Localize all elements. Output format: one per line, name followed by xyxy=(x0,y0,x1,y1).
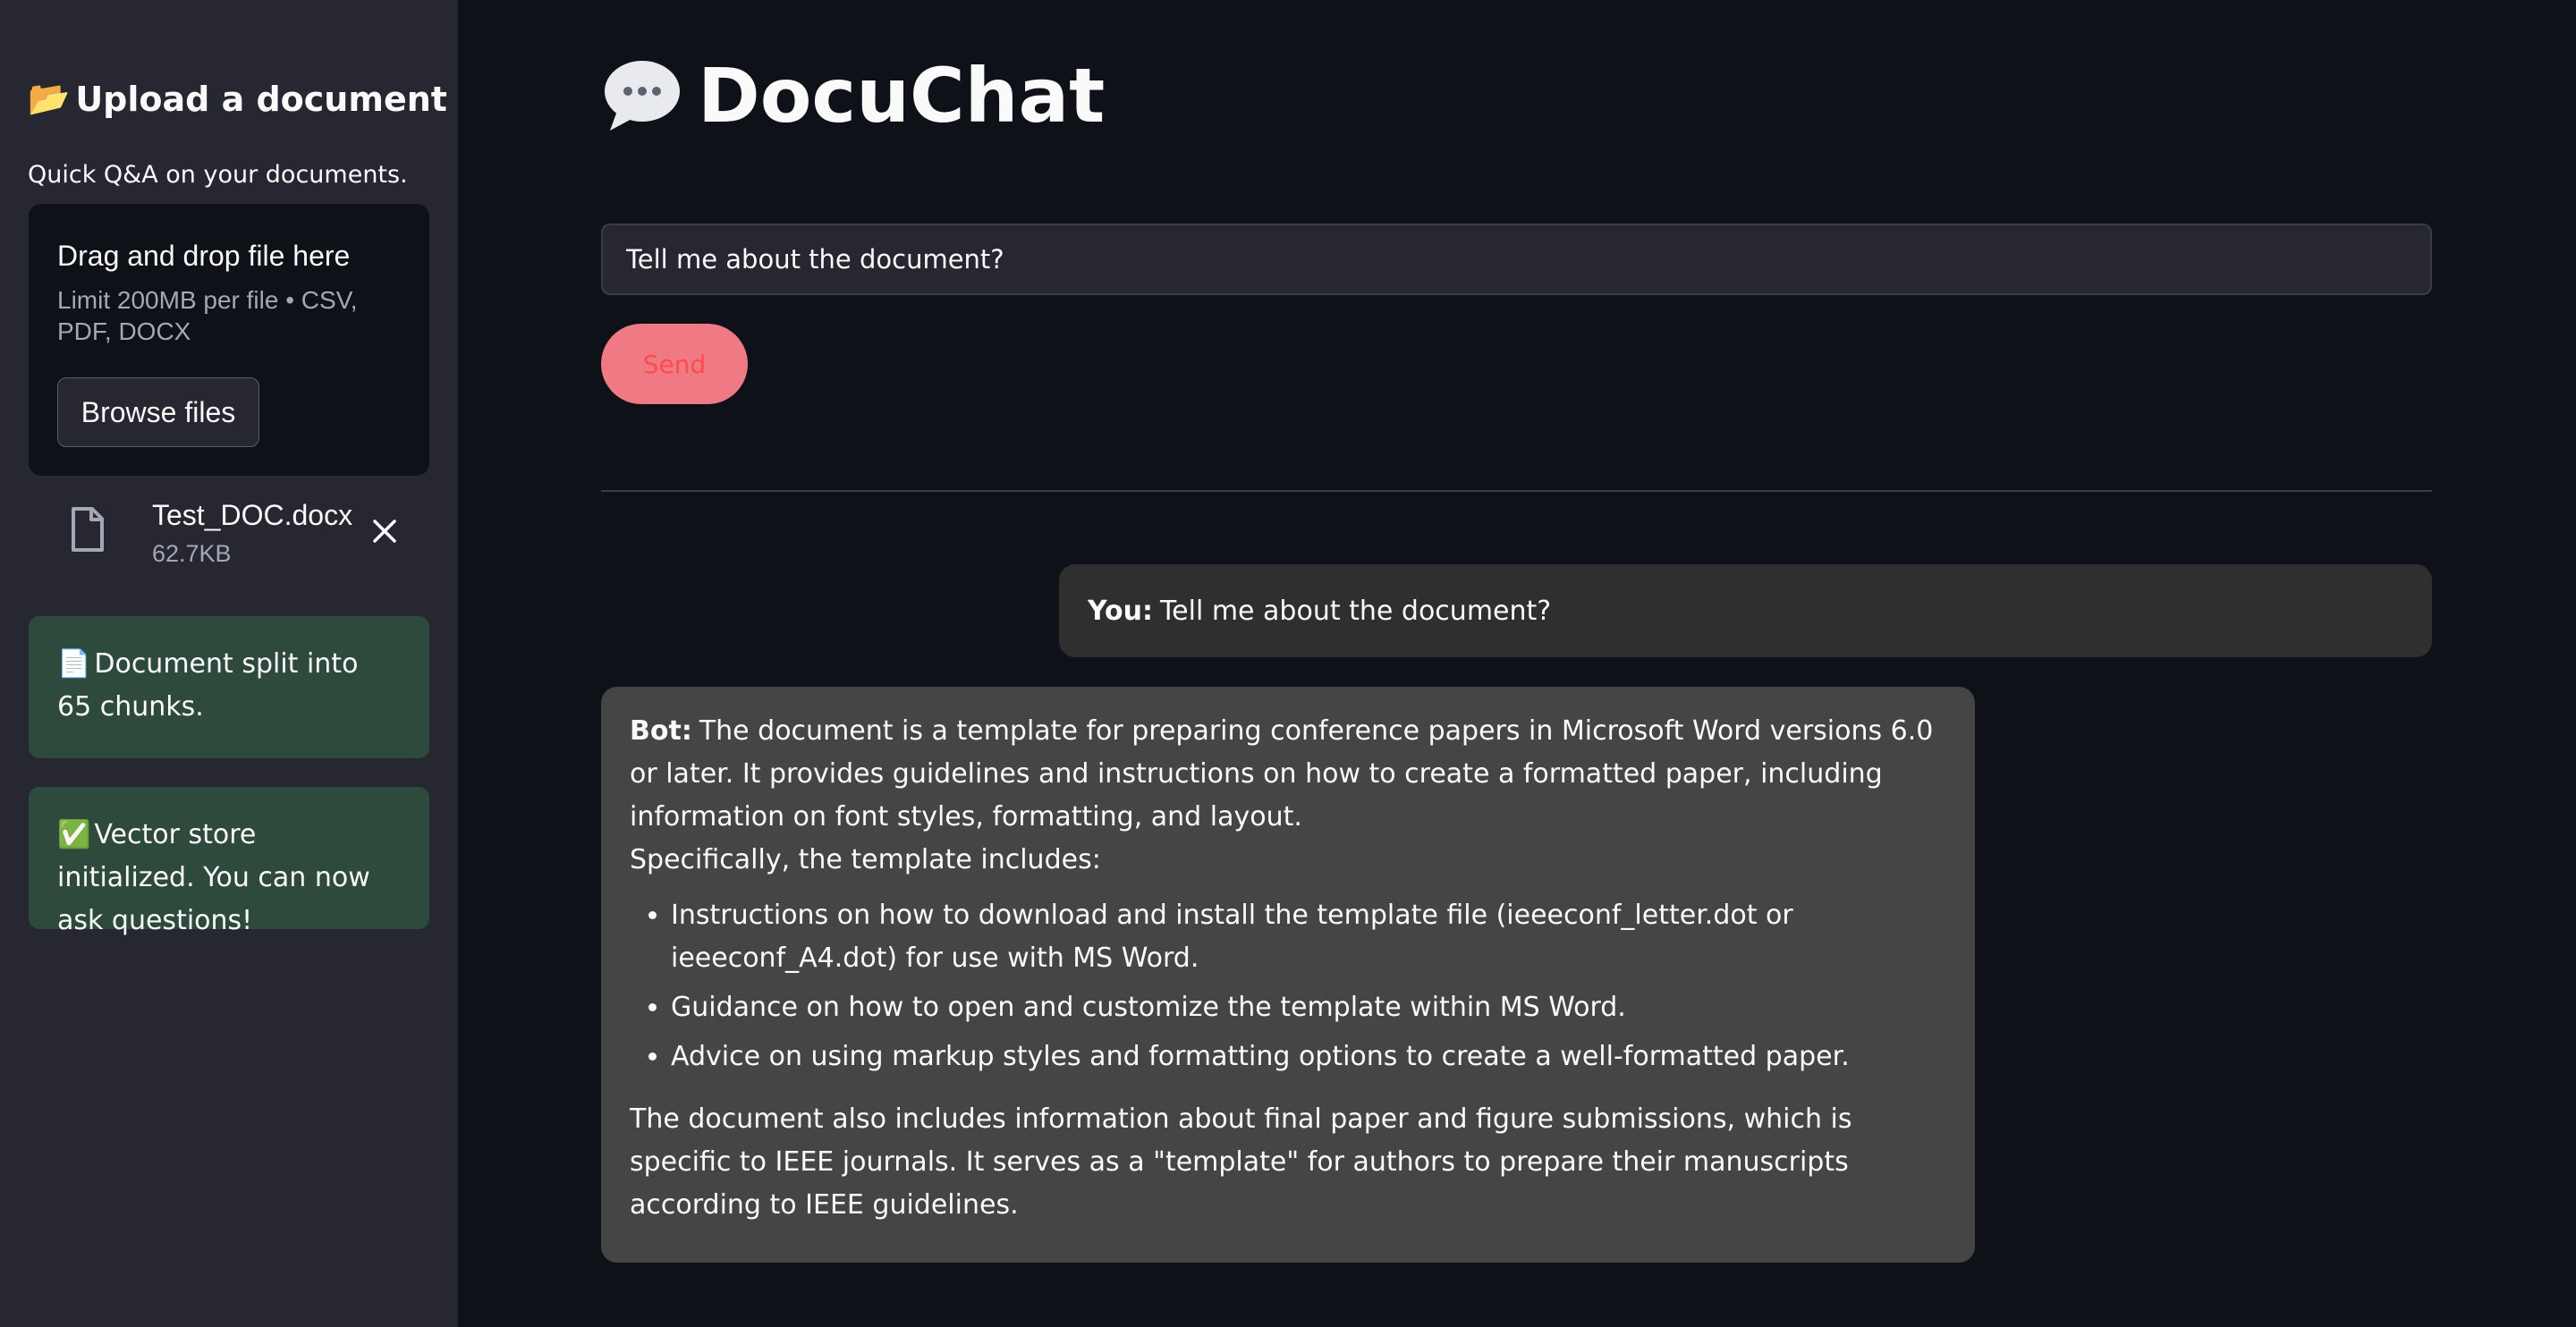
divider xyxy=(601,490,2432,492)
browse-files-button[interactable]: Browse files xyxy=(57,377,259,447)
bot-message: Bot: The document is a template for prepa… xyxy=(601,687,1975,1263)
status-vector-store-text: Vector store initialized. You can now as… xyxy=(57,819,370,936)
file-icon xyxy=(72,507,104,552)
dropzone-limit-text: Limit 200MB per file • CSV, PDF, DOCX xyxy=(57,286,358,345)
status-chunks-text: Document split into 65 chunks. xyxy=(57,648,359,723)
sidebar-title-text: Upload a document xyxy=(75,79,447,119)
check-mark-icon: ✅ xyxy=(57,819,91,850)
bot-lead-text: Specifically, the template includes: xyxy=(630,844,1101,875)
page-title: DocuChat xyxy=(601,52,1105,139)
status-chunks-message: 📄 Document split into 65 chunks. xyxy=(29,616,429,758)
uploaded-file-name: Test_DOC.docx xyxy=(152,499,353,531)
status-vector-store-message: ✅ Vector store initialized. You can now a… xyxy=(29,787,429,936)
sidebar-title: 📂 Upload a document xyxy=(28,79,447,119)
speech-bubble-icon xyxy=(605,61,680,131)
send-button[interactable]: Send xyxy=(601,324,748,404)
main-area: DocuChat Send You: Tell me about the doc… xyxy=(458,0,2576,1327)
sidebar-subtitle: Quick Q&A on your documents. xyxy=(28,161,408,189)
uploaded-file-item: Test_DOC.docx 62.7KB xyxy=(29,490,429,579)
user-message-text: Tell me about the document? xyxy=(1159,595,1552,627)
bot-intro-paragraph: Bot: The document is a template for prepa… xyxy=(630,710,1946,839)
document-icon: 📄 xyxy=(57,648,91,680)
user-message: You: Tell me about the document? xyxy=(1059,564,2432,657)
folder-icon: 📂 xyxy=(28,79,71,118)
dropzone-title: Drag and drop file here xyxy=(57,240,351,272)
bot-list: Instructions on how to download and inst… xyxy=(630,894,1946,1078)
uploaded-file-size: 62.7KB xyxy=(152,540,232,567)
list-item: Advice on using markup styles and format… xyxy=(671,1035,1946,1078)
file-dropzone[interactable]: Drag and drop file here Limit 200MB per … xyxy=(29,204,429,476)
bot-intro-text: The document is a template for preparing… xyxy=(630,715,1934,833)
bot-label: Bot: xyxy=(630,715,692,747)
list-item: Instructions on how to download and inst… xyxy=(671,894,1946,980)
sidebar: 📂 Upload a document Quick Q&A on your do… xyxy=(0,0,458,1327)
user-label: You: xyxy=(1088,595,1153,627)
close-icon[interactable] xyxy=(367,513,402,549)
page-title-text: DocuChat xyxy=(698,52,1106,139)
bot-closing-text: The document also includes information a… xyxy=(630,1103,1852,1221)
list-item: Guidance on how to open and customize th… xyxy=(671,986,1946,1029)
query-input[interactable] xyxy=(601,224,2432,295)
